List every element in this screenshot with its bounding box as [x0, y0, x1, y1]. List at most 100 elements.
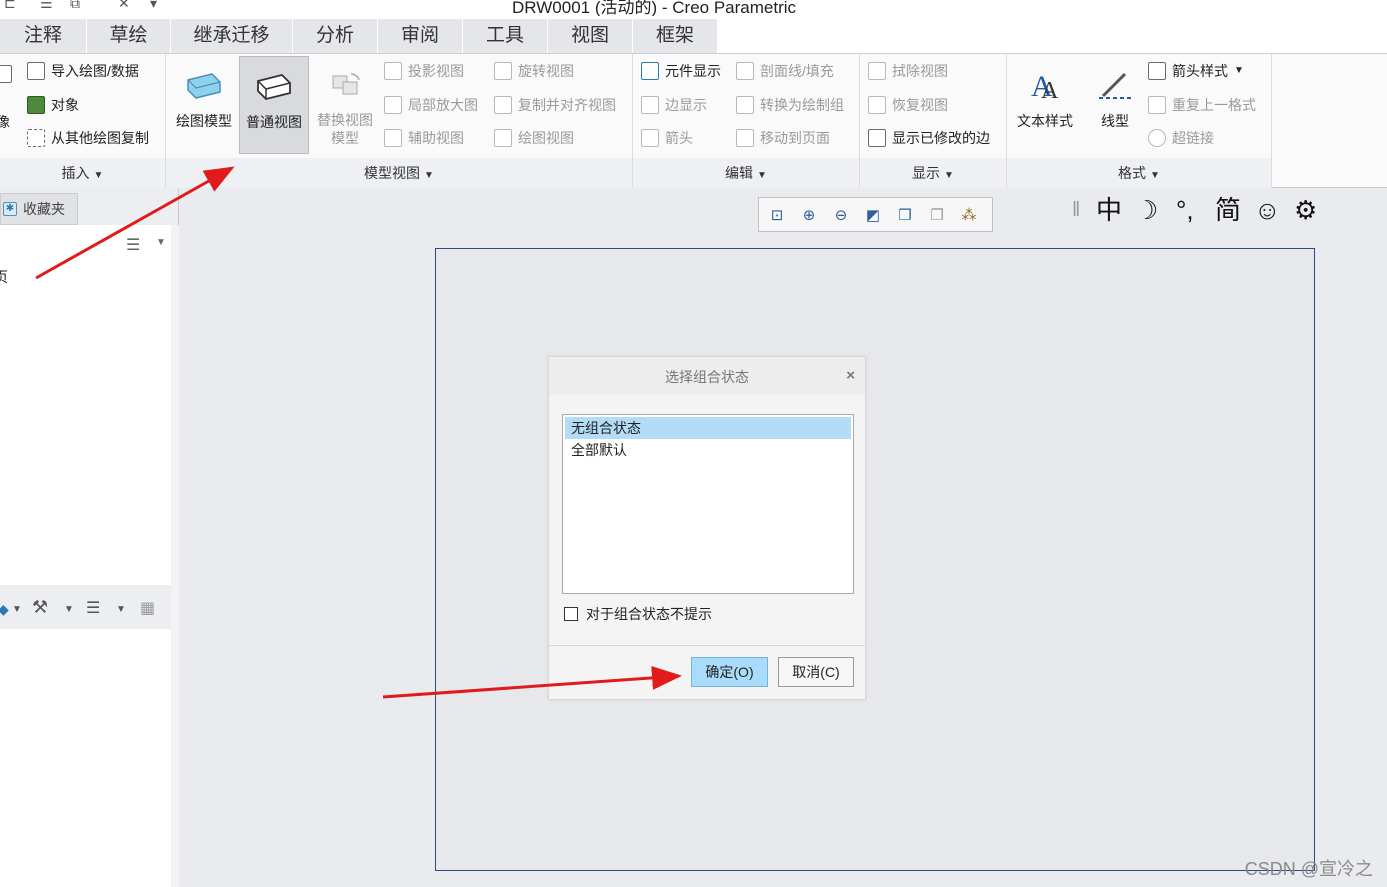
tab-annotate[interactable]: 注释: [0, 19, 87, 53]
projection-view-button[interactable]: 投影视图: [384, 59, 464, 83]
cancel-button[interactable]: 取消(C): [778, 657, 854, 687]
list-item-no-combined-state[interactable]: 无组合状态: [565, 417, 851, 439]
ime-punctuation-icon[interactable]: °,: [1176, 192, 1194, 228]
tree-item-partial[interactable]: 页: [0, 267, 8, 287]
close-icon[interactable]: ×: [846, 357, 855, 395]
copy-align-view-button[interactable]: 复制并对齐视图: [494, 93, 616, 117]
ime-emoji-icon[interactable]: ☺: [1254, 192, 1281, 228]
copy-from-drawing-button[interactable]: 从其他绘图复制: [27, 126, 149, 150]
move-to-sheet-button[interactable]: 移动到页面: [736, 126, 830, 150]
show-icon[interactable]: ☰: [86, 598, 100, 618]
display-style-icon[interactable]: ❒: [893, 203, 917, 227]
ok-button[interactable]: 确定(O): [691, 657, 768, 687]
format-group: AA 文本样式 线型 箭头样式 ▼ 重复上一格式 超链接 格式 ▼: [1007, 54, 1272, 188]
format-group-footer[interactable]: 格式 ▼: [1007, 158, 1271, 188]
repaint-icon[interactable]: ◩: [861, 203, 885, 227]
tools-icon[interactable]: ⚒: [32, 597, 48, 618]
arrow-style-button[interactable]: 箭头样式 ▼: [1148, 59, 1244, 83]
favorites-tab[interactable]: ✱ 收藏夹: [0, 193, 78, 225]
hyperlink-button[interactable]: 超链接: [1148, 126, 1214, 150]
customize-qa-icon[interactable]: ▾: [150, 0, 157, 12]
ime-chinese-toggle[interactable]: 中: [1096, 192, 1122, 228]
insert-group-footer[interactable]: 插入 ▼: [0, 158, 165, 188]
object-button[interactable]: 对象: [27, 93, 79, 117]
tab-sketch[interactable]: 草绘: [87, 19, 171, 53]
display-group-footer[interactable]: 显示 ▼: [860, 158, 1006, 188]
detailed-view-icon: [384, 96, 402, 114]
datum-display-icon[interactable]: ⁂: [957, 203, 981, 227]
tab-framework[interactable]: 框架: [633, 19, 718, 53]
edit-group-footer[interactable]: 编辑 ▼: [633, 158, 859, 188]
edge-display-icon: [641, 96, 659, 114]
drawing-model-button[interactable]: 绘图模型: [169, 56, 239, 154]
chevron-down-icon[interactable]: ▼: [116, 604, 126, 615]
arrow-button[interactable]: 箭头: [641, 126, 693, 150]
convert-icon: [736, 96, 754, 114]
zoom-out-icon[interactable]: ⊖: [829, 203, 853, 227]
tab-view[interactable]: 视图: [548, 19, 633, 53]
chevron-down-icon[interactable]: ▼: [12, 604, 22, 615]
layer-tree-area[interactable]: [0, 629, 171, 887]
component-display-button[interactable]: 元件显示: [641, 59, 721, 83]
chevron-down-icon: ▼: [93, 170, 104, 181]
drawing-view-button[interactable]: 绘图视图: [494, 126, 574, 150]
quick-access-icon[interactable]: ⊏: [4, 0, 16, 12]
tab-review[interactable]: 审阅: [378, 19, 463, 53]
detailed-view-button[interactable]: 局部放大图: [384, 93, 478, 117]
layer-item[interactable]: [0, 62, 12, 86]
window-title: DRW0001 (活动的) - Creo Parametric: [512, 0, 797, 16]
edit-group: 元件显示 剖面线/填充 边显示 转换为绘制组 箭头 移动到页面 编辑 ▼: [633, 54, 860, 188]
edge-display-button[interactable]: 边显示: [641, 93, 707, 117]
checkbox-box[interactable]: [564, 607, 578, 621]
windows-icon[interactable]: ⧉: [70, 0, 80, 12]
replace-view-model-button[interactable]: 替换视图模型: [309, 56, 381, 154]
ime-halfwidth-icon[interactable]: ☽: [1135, 192, 1158, 228]
resume-view-button[interactable]: 恢复视图: [868, 93, 948, 117]
zoom-in-icon[interactable]: ⊕: [797, 203, 821, 227]
show-modified-edges-button[interactable]: 显示已修改的边: [868, 126, 990, 150]
erase-view-button[interactable]: 拭除视图: [868, 59, 948, 83]
tab-tools[interactable]: 工具: [463, 19, 548, 53]
text-style-button[interactable]: AA 文本样式: [1010, 56, 1080, 154]
model-views-group-footer[interactable]: 模型视图 ▼: [166, 158, 632, 188]
tree-settings-icon[interactable]: ☰: [126, 235, 140, 255]
image-item-partial[interactable]: 像: [0, 110, 10, 134]
chevron-down-icon: ▼: [757, 170, 767, 181]
filter-icon[interactable]: ◆: [0, 601, 9, 618]
list-item-all-default[interactable]: 全部默认: [565, 439, 851, 461]
left-panel-scrollbar[interactable]: [171, 225, 179, 887]
tab-analysis[interactable]: 分析: [293, 19, 378, 53]
repeat-last-format-button[interactable]: 重复上一格式: [1148, 93, 1256, 117]
auxiliary-view-button[interactable]: 辅助视图: [384, 126, 464, 150]
dialog-title: 选择组合状态: [549, 357, 865, 395]
drawing-model-icon: [187, 73, 221, 99]
model-tree-area[interactable]: ☰ ▼ 页: [0, 225, 171, 585]
import-drawing-data-button[interactable]: 导入绘图/数据: [27, 59, 139, 83]
model-views-group: 绘图模型 普通视图 替换视图模型 投影视图 旋转视图 局部放大图 复制并对齐视图…: [166, 54, 633, 188]
ime-settings-icon[interactable]: ⚙: [1294, 192, 1317, 228]
hatch-fill-button[interactable]: 剖面线/填充: [736, 59, 834, 83]
close-window-icon[interactable]: ✕: [118, 0, 130, 12]
ime-simplified-toggle[interactable]: 简: [1215, 192, 1241, 228]
convert-to-draft-group-button[interactable]: 转换为绘制组: [736, 93, 844, 117]
saved-orientations-icon[interactable]: ❐: [925, 203, 949, 227]
chevron-down-icon: ▼: [944, 170, 954, 181]
revolved-view-button[interactable]: 旋转视图: [494, 59, 574, 83]
import-icon: [27, 62, 45, 80]
left-panel: ✱ 收藏夹 ☰ ▼ 页 ◆ ▼ ⚒ ▼ ☰ ▼ ▦: [0, 189, 179, 887]
line-style-button[interactable]: 线型: [1080, 56, 1150, 154]
do-not-prompt-checkbox[interactable]: 对于组合状态不提示: [564, 604, 712, 624]
line-style-icon: [1099, 72, 1131, 99]
tab-legacy-migration[interactable]: 继承迁移: [171, 19, 293, 53]
general-view-button[interactable]: 普通视图: [239, 56, 309, 154]
combined-state-list[interactable]: 无组合状态 全部默认: [562, 414, 854, 594]
projection-view-icon: [384, 62, 402, 80]
refit-icon[interactable]: ⊡: [765, 203, 789, 227]
ime-handle-icon[interactable]: ‖: [1072, 192, 1080, 228]
regenerate-icon[interactable]: ☰: [40, 0, 53, 12]
general-view-icon: [257, 74, 291, 100]
text-style-icon: AA: [1031, 70, 1059, 104]
chevron-down-icon[interactable]: ▼: [156, 237, 166, 248]
settings-grid-icon[interactable]: ▦: [140, 598, 155, 618]
chevron-down-icon[interactable]: ▼: [64, 604, 74, 615]
